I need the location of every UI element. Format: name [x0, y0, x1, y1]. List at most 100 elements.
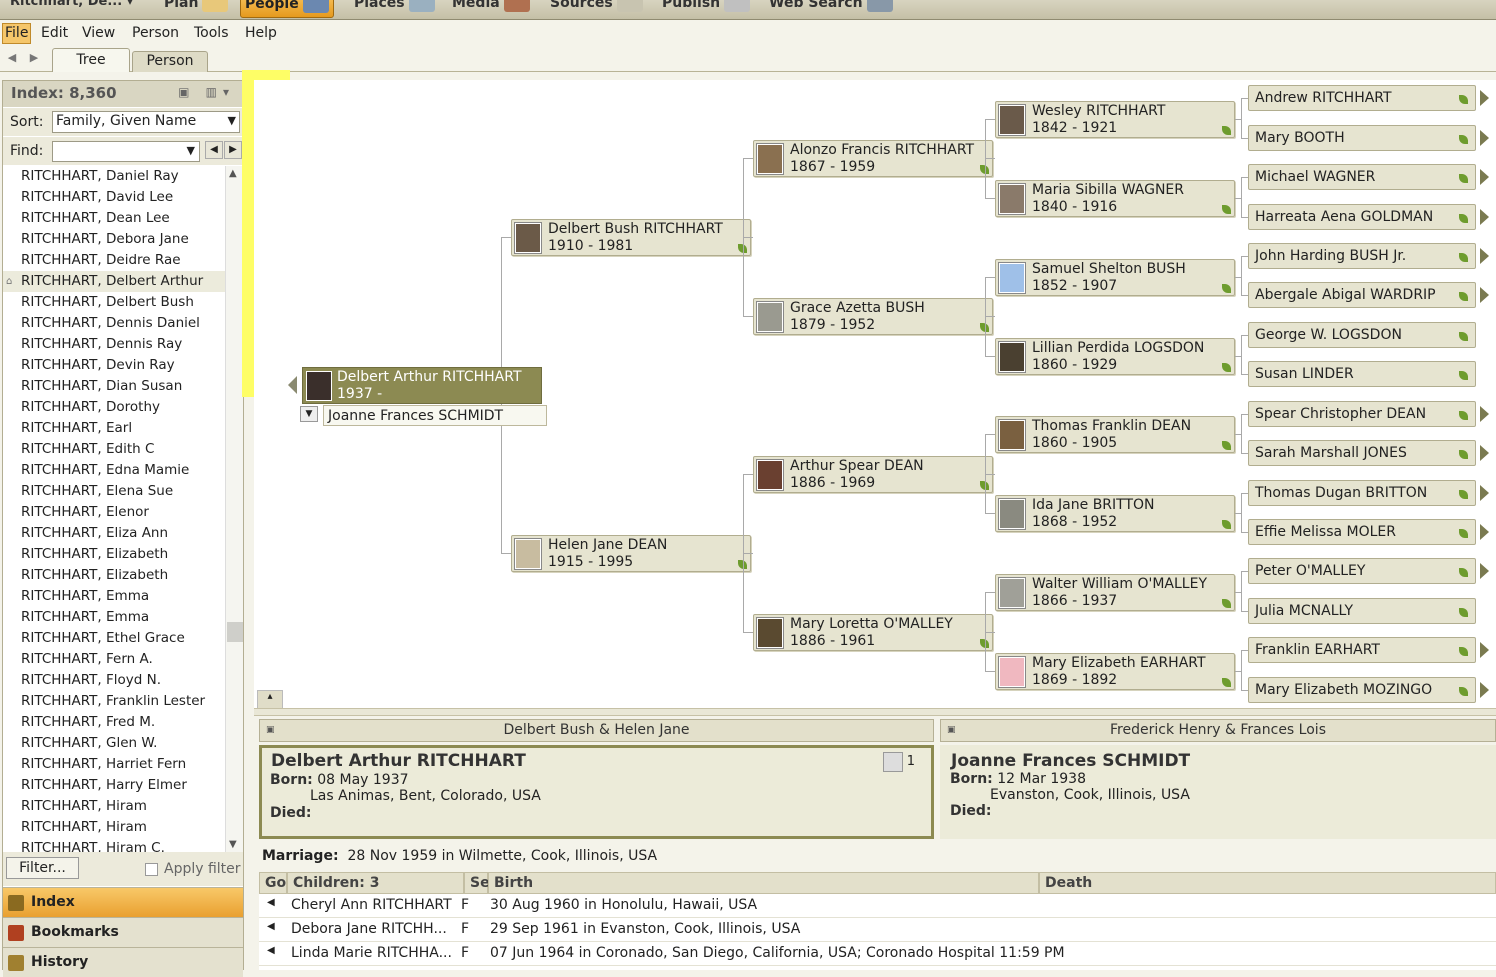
hint-leaf-icon[interactable]: [1459, 95, 1468, 104]
expand-ancestors-arrow-icon[interactable]: [1480, 209, 1489, 225]
expand-ancestors-arrow-icon[interactable]: [1480, 248, 1489, 264]
module-sources[interactable]: Sources: [546, 0, 647, 18]
col-death[interactable]: Death: [1039, 872, 1496, 894]
parent-card[interactable]: Helen Jane DEAN 1915 - 1995: [511, 535, 751, 572]
list-item[interactable]: RITCHHART, Dian Susan: [3, 376, 225, 397]
ancestor-card[interactable]: Andrew RITCHHART: [1248, 85, 1476, 111]
nav-history[interactable]: History: [3, 947, 243, 977]
list-item[interactable]: RITCHHART, Edna Mamie: [3, 460, 225, 481]
module-media[interactable]: Media: [448, 0, 534, 18]
list-item[interactable]: ⌂ RITCHHART, Delbert Arthur: [3, 271, 225, 292]
hint-leaf-icon[interactable]: [1222, 441, 1231, 450]
go-to-child-icon[interactable]: ◀: [267, 945, 275, 956]
list-item[interactable]: RITCHHART, Elenor: [3, 502, 225, 523]
list-item[interactable]: RITCHHART, Fern A.: [3, 649, 225, 670]
panel-collapse-icon[interactable]: ▴: [257, 690, 283, 710]
ancestor-card[interactable]: John Harding BUSH Jr.: [1248, 243, 1476, 269]
list-item[interactable]: RITCHHART, Devin Ray: [3, 355, 225, 376]
expand-ancestors-arrow-icon[interactable]: [1480, 682, 1489, 698]
ancestor-card[interactable]: Susan LINDER: [1248, 361, 1476, 387]
grandparent-card[interactable]: Mary Loretta O'MALLEY 1886 - 1961: [753, 614, 993, 651]
list-item[interactable]: RITCHHART, Emma: [3, 586, 225, 607]
hint-leaf-icon[interactable]: [1459, 529, 1468, 538]
hint-leaf-icon[interactable]: [1459, 490, 1468, 499]
ancestor-card[interactable]: Julia MCNALLY: [1248, 598, 1476, 624]
module-publish[interactable]: Publish: [658, 0, 754, 18]
great-grandparent-card[interactable]: Walter William O'MALLEY 1866 - 1937: [995, 574, 1235, 611]
col-sex[interactable]: Sex: [464, 872, 499, 894]
ancestor-card[interactable]: Sarah Marshall JONES: [1248, 440, 1476, 466]
expand-icon[interactable]: ▣: [266, 720, 275, 741]
list-item[interactable]: RITCHHART, Harry Elmer: [3, 775, 225, 796]
hint-leaf-icon[interactable]: [1222, 284, 1231, 293]
list-item[interactable]: RITCHHART, Dorothy: [3, 397, 225, 418]
hint-leaf-icon[interactable]: [1222, 520, 1231, 529]
ancestor-card[interactable]: Peter O'MALLEY: [1248, 558, 1476, 584]
splitter[interactable]: [254, 708, 1496, 716]
menu-help[interactable]: Help: [245, 25, 277, 41]
ancestor-card[interactable]: Michael WAGNER: [1248, 164, 1476, 190]
ancestor-card[interactable]: Thomas Dugan BRITTON: [1248, 480, 1476, 506]
list-item[interactable]: RITCHHART, Delbert Bush: [3, 292, 225, 313]
hint-leaf-icon[interactable]: [1222, 363, 1231, 372]
hint-leaf-icon[interactable]: [1222, 126, 1231, 135]
ancestor-card[interactable]: Franklin EARHART: [1248, 637, 1476, 663]
ancestor-card[interactable]: Harreata Aena GOLDMAN: [1248, 204, 1476, 230]
great-grandparent-card[interactable]: Wesley RITCHHART 1842 - 1921: [995, 101, 1235, 138]
expand-ancestors-arrow-icon[interactable]: [1480, 169, 1489, 185]
list-item[interactable]: RITCHHART, Harriet Fern: [3, 754, 225, 775]
nav-bookmarks[interactable]: Bookmarks: [3, 917, 243, 947]
list-item[interactable]: RITCHHART, Dennis Ray: [3, 334, 225, 355]
list-item[interactable]: RITCHHART, David Lee: [3, 187, 225, 208]
expand-ancestors-arrow-icon[interactable]: [1480, 563, 1489, 579]
root-person-card[interactable]: Delbert Arthur RITCHHART 1937 -: [302, 367, 542, 404]
menu-file[interactable]: File: [2, 23, 32, 44]
expand-icon[interactable]: ▣: [947, 720, 956, 741]
hint-leaf-icon[interactable]: [1459, 371, 1468, 380]
hint-leaf-icon[interactable]: [1459, 647, 1468, 656]
hint-leaf-icon[interactable]: [1459, 608, 1468, 617]
list-item[interactable]: RITCHHART, Hiram: [3, 796, 225, 817]
media-icon[interactable]: [883, 752, 903, 772]
table-row[interactable]: ◀ Cheryl Ann RITCHHART F 30 Aug 1960 in Hon…: [259, 894, 1496, 918]
great-grandparent-card[interactable]: Lillian Perdida LOGSDON 1860 - 1929: [995, 338, 1235, 375]
list-item[interactable]: RITCHHART, Floyd N.: [3, 670, 225, 691]
scroll-down-icon[interactable]: ▼: [229, 839, 237, 850]
list-item[interactable]: RITCHHART, Elizabeth: [3, 544, 225, 565]
hint-leaf-icon[interactable]: [1459, 411, 1468, 420]
tab-person[interactable]: Person: [132, 51, 208, 72]
forward-arrow-icon[interactable]: ▶: [26, 50, 42, 66]
expand-ancestors-arrow-icon[interactable]: [1480, 603, 1489, 619]
table-row[interactable]: ◀ Linda Marie RITCHHA... F 07 Jun 1964 in C…: [259, 942, 1496, 966]
list-item[interactable]: RITCHHART, Earl: [3, 418, 225, 439]
find-previous-button[interactable]: ◀: [205, 141, 223, 159]
menu-tools[interactable]: Tools: [194, 25, 229, 41]
list-item[interactable]: RITCHHART, Debora Jane: [3, 229, 225, 250]
list-item[interactable]: RITCHHART, Elena Sue: [3, 481, 225, 502]
parent-card[interactable]: Delbert Bush RITCHHART 1910 - 1981: [511, 219, 751, 256]
grandparent-card[interactable]: Alonzo Francis RITCHHART 1867 - 1959: [753, 140, 993, 177]
filter-button[interactable]: Filter...: [6, 857, 79, 879]
ancestor-card[interactable]: Spear Christopher DEAN: [1248, 401, 1476, 427]
scroll-up-icon[interactable]: ▲: [229, 168, 237, 179]
list-item[interactable]: RITCHHART, Elizabeth: [3, 565, 225, 586]
expand-ancestors-arrow-icon[interactable]: [1480, 445, 1489, 461]
hint-leaf-icon[interactable]: [1222, 205, 1231, 214]
expand-ancestors-arrow-icon[interactable]: [1480, 90, 1489, 106]
hint-leaf-icon[interactable]: [1459, 174, 1468, 183]
expand-ancestors-arrow-icon[interactable]: [1480, 406, 1489, 422]
menu-person[interactable]: Person: [132, 25, 179, 41]
ancestor-card[interactable]: George W. LOGSDON: [1248, 322, 1476, 348]
expand-ancestors-arrow-icon[interactable]: [1480, 287, 1489, 303]
list-item[interactable]: RITCHHART, Fred M.: [3, 712, 225, 733]
sort-select[interactable]: Family, Given Name ▼: [52, 111, 240, 133]
hint-leaf-icon[interactable]: [1222, 678, 1231, 687]
list-item[interactable]: RITCHHART, Hiram C.: [3, 838, 225, 852]
nav-index[interactable]: Index: [3, 887, 243, 917]
hint-leaf-icon[interactable]: [1459, 568, 1468, 577]
ancestor-card[interactable]: Effie Melissa MOLER: [1248, 519, 1476, 545]
list-item[interactable]: RITCHHART, Ethel Grace: [3, 628, 225, 649]
find-input[interactable]: ▼: [52, 141, 200, 162]
list-item[interactable]: RITCHHART, Dean Lee: [3, 208, 225, 229]
list-item[interactable]: RITCHHART, Eliza Ann: [3, 523, 225, 544]
